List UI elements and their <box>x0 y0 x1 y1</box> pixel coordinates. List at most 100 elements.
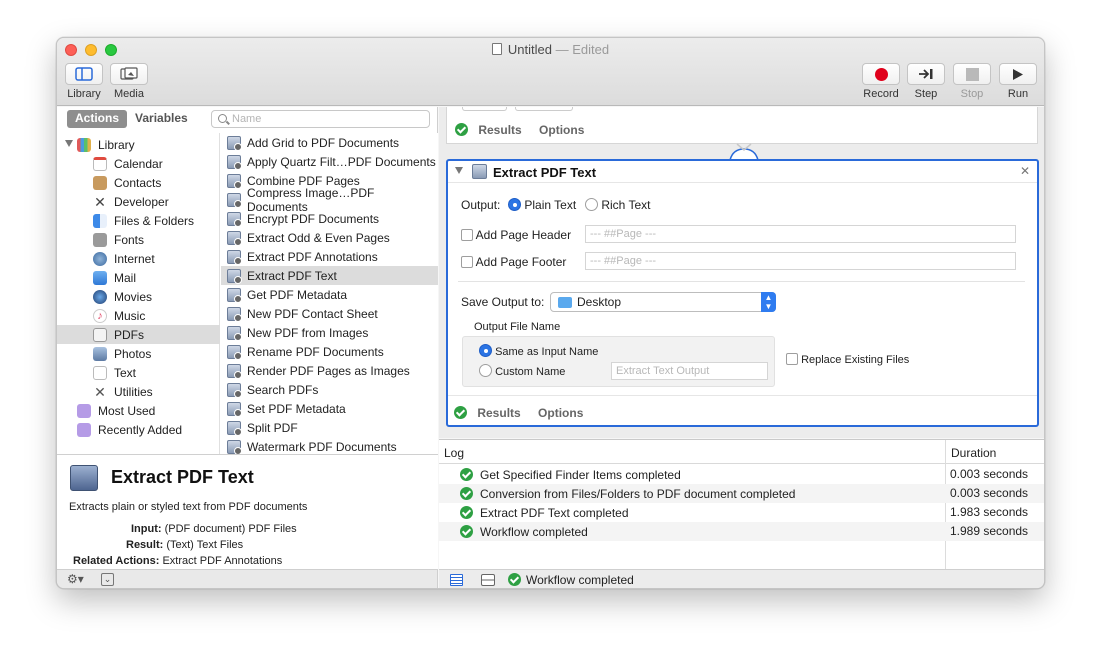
finder-icon <box>93 213 107 228</box>
page-header-checkbox[interactable]: Add Page Header <box>461 228 571 242</box>
window-title: Untitled — Edited <box>57 42 1044 57</box>
description-title: Extract PDF Text <box>111 467 254 487</box>
media-button[interactable] <box>110 63 148 85</box>
radio-selected-icon <box>508 198 521 211</box>
checkbox-icon <box>461 229 473 241</box>
custom-name-radio[interactable]: Custom Name <box>479 364 565 378</box>
mail-icon <box>93 270 107 285</box>
automator-window: Untitled — Edited Library Media Record S… <box>56 37 1045 589</box>
results-tab[interactable]: Results <box>478 123 521 137</box>
page-footer-field[interactable]: --- ##Page --- <box>585 252 1016 270</box>
list-view-icon[interactable] <box>450 574 463 586</box>
stop-button[interactable] <box>953 63 991 85</box>
workflow-area: Results Options Extract PDF Text ✕ Outpu… <box>439 107 1044 438</box>
pdf-action-icon <box>472 164 487 179</box>
card-header: Extract PDF Text ✕ <box>448 161 1037 183</box>
action-item[interactable]: Rename PDF Documents <box>221 342 438 361</box>
search-input[interactable]: Name <box>211 110 430 128</box>
log-row[interactable]: Conversion from Files/Folders to PDF doc… <box>439 484 1044 503</box>
category-text[interactable]: Text <box>57 363 220 382</box>
log-row[interactable]: Workflow completed 1.989 seconds <box>439 522 1044 541</box>
category-mail[interactable]: Mail <box>57 268 220 287</box>
library-root[interactable]: Library <box>57 135 220 154</box>
category-music[interactable]: ♪ Music <box>57 306 220 325</box>
rich-text-radio[interactable]: Rich Text <box>585 198 650 212</box>
split-view-icon[interactable] <box>481 574 495 586</box>
category-files-folders[interactable]: Files & Folders <box>57 211 220 230</box>
action-item[interactable]: New PDF Contact Sheet <box>221 304 438 323</box>
results-tab[interactable]: Results <box>477 406 520 420</box>
category-contacts[interactable]: Contacts <box>57 173 220 192</box>
category-pdfs[interactable]: PDFs <box>57 325 220 344</box>
run-button[interactable] <box>999 63 1037 85</box>
options-tab[interactable]: Options <box>539 123 584 137</box>
music-icon: ♪ <box>93 308 107 323</box>
action-item[interactable]: Apply Quartz Filt…PDF Documents <box>221 152 438 171</box>
action-item[interactable]: Split PDF <box>221 418 438 437</box>
collapse-triangle-icon[interactable] <box>455 167 463 174</box>
action-item[interactable]: Render PDF Pages as Images <box>221 361 438 380</box>
calendar-icon <box>93 156 107 171</box>
search-icon <box>218 114 227 123</box>
toggle-description-icon[interactable]: ⌄ <box>101 573 114 586</box>
category-photos[interactable]: Photos <box>57 344 220 363</box>
category-movies[interactable]: Movies <box>57 287 220 306</box>
action-item[interactable]: Extract PDF Annotations <box>221 247 438 266</box>
media-icon <box>120 67 138 80</box>
step-button[interactable] <box>907 63 945 85</box>
tab-variables[interactable]: Variables <box>127 110 196 128</box>
library-panel: Actions Variables Name Library Calendar … <box>57 107 438 569</box>
description-input: Input: (PDF document) PDF Files <box>131 523 297 535</box>
pdf-action-icon <box>227 230 242 246</box>
gear-icon[interactable]: ⚙▾ <box>67 572 84 586</box>
media-label: Media <box>114 88 144 100</box>
pdf-action-icon <box>227 401 242 417</box>
action-item[interactable]: Add Grid to PDF Documents <box>221 133 438 152</box>
same-as-input-radio[interactable]: Same as Input Name <box>479 344 598 358</box>
action-item[interactable]: Get PDF Metadata <box>221 285 438 304</box>
action-item[interactable]: Extract Odd & Even Pages <box>221 228 438 247</box>
action-item[interactable]: New PDF from Images <box>221 323 438 342</box>
output-file-name-label: Output File Name <box>474 321 561 333</box>
action-item-selected[interactable]: Extract PDF Text <box>221 266 438 285</box>
record-button[interactable] <box>862 63 900 85</box>
action-item[interactable]: Encrypt PDF Documents <box>221 209 438 228</box>
column-log[interactable]: Log <box>444 446 464 460</box>
tab-actions[interactable]: Actions <box>67 110 128 128</box>
plain-text-radio[interactable]: Plain Text <box>508 198 576 212</box>
custom-name-field[interactable]: Extract Text Output <box>611 362 768 380</box>
log-row[interactable]: Extract PDF Text completed 1.983 seconds <box>439 503 1044 522</box>
pdf-action-icon <box>227 439 242 455</box>
category-fonts[interactable]: Fonts <box>57 230 220 249</box>
pdf-action-icon <box>227 325 242 341</box>
pdf-action-icon <box>227 211 242 227</box>
action-item[interactable]: Search PDFs <box>221 380 438 399</box>
action-item[interactable]: Set PDF Metadata <box>221 399 438 418</box>
action-item[interactable]: Compress Image…PDF Documents <box>221 186 438 214</box>
category-internet[interactable]: Internet <box>57 249 220 268</box>
library-button[interactable] <box>65 63 103 85</box>
category-calendar[interactable]: Calendar <box>57 154 220 173</box>
titlebar: Untitled — Edited Library Media Record S… <box>57 38 1044 106</box>
pdf-action-icon <box>227 249 242 265</box>
category-utilities[interactable]: ✕ Utilities <box>57 382 220 401</box>
library-icon <box>75 67 93 81</box>
save-output-popup[interactable]: Desktop ▲ ▼ <box>550 292 776 312</box>
radio-selected-icon <box>479 344 492 357</box>
library-icon <box>77 137 91 152</box>
log-row[interactable]: Get Specified Finder Items completed 0.0… <box>439 465 1044 484</box>
log-header: Log Duration <box>439 440 1044 464</box>
pdf-action-icon <box>227 135 242 151</box>
page-footer-checkbox[interactable]: Add Page Footer <box>461 255 566 269</box>
description-summary: Extracts plain or styled text from PDF d… <box>69 501 308 513</box>
column-duration[interactable]: Duration <box>951 446 996 460</box>
page-header-field[interactable]: --- ##Page --- <box>585 225 1016 243</box>
replace-existing-checkbox[interactable]: Replace Existing Files <box>786 353 909 366</box>
options-tab[interactable]: Options <box>538 406 583 420</box>
close-icon[interactable]: ✕ <box>1020 164 1030 178</box>
fonts-icon <box>93 232 107 247</box>
smart-group-most-used[interactable]: Most Used <box>57 401 220 420</box>
smart-group-recently-added[interactable]: Recently Added <box>57 420 220 439</box>
category-developer[interactable]: ✕ Developer <box>57 192 220 211</box>
action-list: Add Grid to PDF Documents Apply Quartz F… <box>221 133 438 455</box>
